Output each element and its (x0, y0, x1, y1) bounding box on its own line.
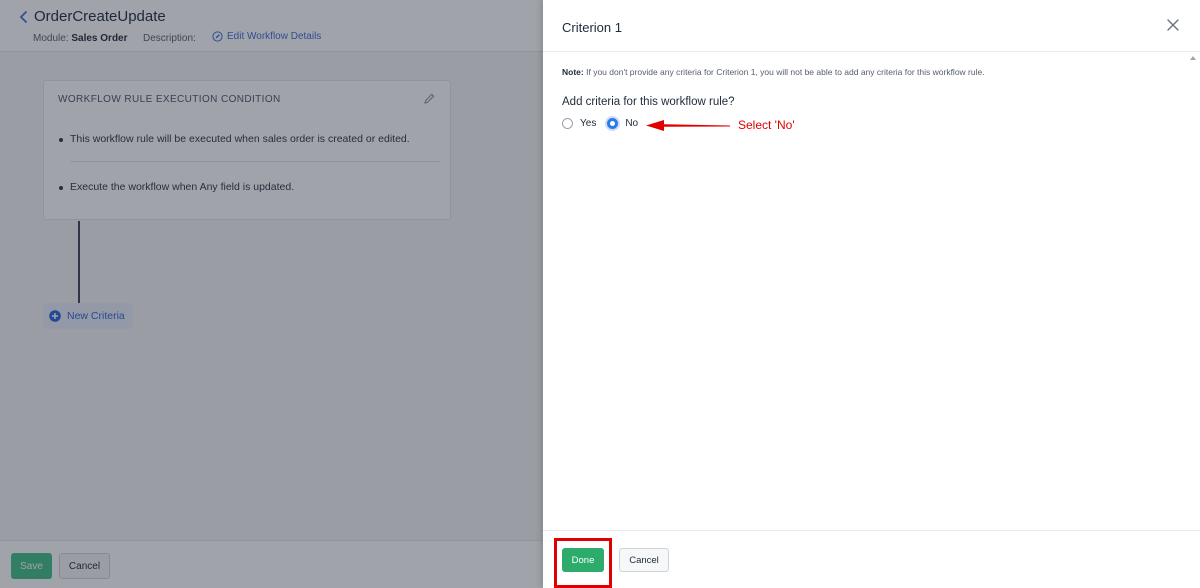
criteria-note: Note: If you don't provide any criteria … (562, 67, 985, 77)
criteria-question: Add criteria for this workflow rule? (562, 96, 735, 108)
scroll-up-arrow-icon[interactable] (1190, 56, 1196, 60)
criteria-radio-group: Yes No (562, 118, 649, 129)
annotation-arrow-icon (646, 120, 730, 131)
panel-footer: Done Cancel (543, 530, 1200, 588)
note-text: If you don't provide any criteria for Cr… (586, 67, 985, 77)
radio-yes-label[interactable]: Yes (580, 118, 596, 129)
criterion-panel: Criterion 1 Note: If you don't provide a… (543, 0, 1200, 588)
panel-header: Criterion 1 (543, 0, 1200, 52)
radio-no[interactable] (607, 118, 619, 129)
cancel-button[interactable]: Cancel (619, 548, 669, 572)
note-label: Note: (562, 67, 584, 77)
done-button[interactable]: Done (562, 548, 604, 572)
close-icon[interactable] (1165, 17, 1181, 33)
annotation-text: Select 'No' (738, 118, 795, 132)
radio-yes[interactable] (562, 118, 573, 129)
panel-title: Criterion 1 (562, 20, 622, 35)
radio-no-label[interactable]: No (625, 118, 638, 129)
